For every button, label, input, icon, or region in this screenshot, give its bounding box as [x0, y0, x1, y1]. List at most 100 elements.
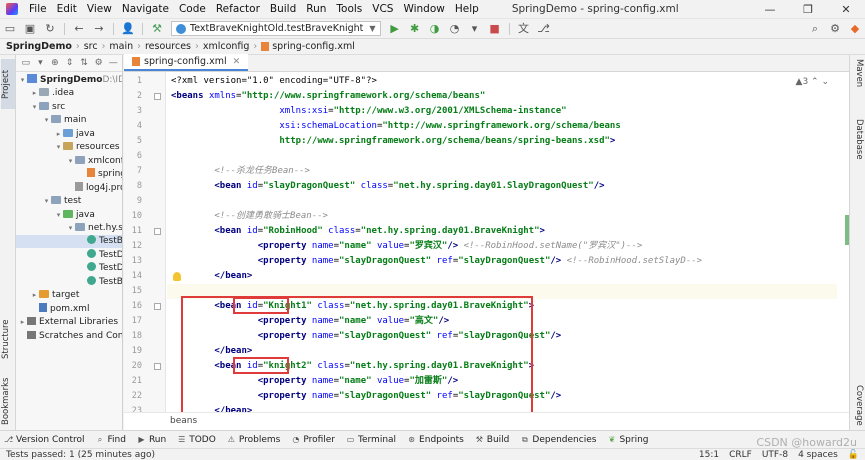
tool-build[interactable]: ⚒ Build	[475, 435, 510, 445]
breadcrumb-xmlconfig[interactable]: xmlconfig	[203, 41, 250, 52]
stop-icon[interactable]: ■	[488, 22, 502, 36]
save-all-icon[interactable]: ▣	[23, 22, 37, 36]
chevron-down-icon[interactable]: ▾	[54, 141, 63, 154]
file-encoding[interactable]: UTF-8	[762, 450, 788, 460]
tree-item[interactable]: ▸ target	[16, 289, 79, 302]
open-folder-icon[interactable]: ▭	[3, 22, 17, 36]
chevron-down-icon[interactable]: ▾	[30, 101, 39, 114]
menu-window[interactable]: Window	[398, 3, 449, 15]
settings-icon[interactable]: ⚙	[828, 22, 842, 36]
menu-vcs[interactable]: VCS	[367, 3, 398, 15]
tree-item[interactable]: TestBrav	[16, 275, 122, 289]
tree-item[interactable]: ▾ src	[16, 101, 65, 114]
gear-icon[interactable]: ⚙	[93, 58, 105, 68]
bookmarks-tool-tab[interactable]: Bookmarks	[1, 373, 15, 429]
tool-spring[interactable]: ❦ Spring	[607, 435, 649, 445]
translate-icon[interactable]: 文	[517, 22, 531, 36]
tree-item[interactable]: ▾ test	[16, 195, 81, 208]
chevron-down-icon[interactable]: ▾	[66, 155, 75, 168]
debug-icon[interactable]: ✱	[408, 22, 422, 36]
hide-icon[interactable]: —	[107, 58, 119, 68]
tool-terminal[interactable]: ▭ Terminal	[346, 435, 396, 445]
menu-refactor[interactable]: Refactor	[211, 3, 265, 15]
build-hammer-icon[interactable]: ⚒	[150, 22, 164, 36]
breadcrumb-file[interactable]: spring-config.xml	[272, 41, 355, 52]
tree-item[interactable]: ▾ main	[16, 114, 87, 127]
run-icon[interactable]: ▶	[388, 22, 402, 36]
structure-tool-tab[interactable]: Structure	[1, 313, 15, 365]
locate-icon[interactable]: ⊕	[49, 58, 61, 68]
tree-item[interactable]: log4j.prope	[16, 181, 122, 195]
menu-navigate[interactable]: Navigate	[117, 3, 174, 15]
fold-marker-icon[interactable]	[154, 93, 161, 100]
fold-marker-icon[interactable]	[154, 228, 161, 235]
menu-build[interactable]: Build	[265, 3, 301, 15]
expand-all-icon[interactable]: ⇅	[78, 58, 90, 68]
tree-item[interactable]: spring-c	[16, 168, 122, 181]
tree-item[interactable]: Scratches and Consoles	[16, 330, 122, 343]
sync-icon[interactable]: ↻	[43, 22, 57, 36]
tool-version-control[interactable]: ⎇ Version Control	[4, 435, 85, 445]
tree-item[interactable]: ▾ resources	[16, 141, 120, 154]
more-run-icon[interactable]: ▾	[468, 22, 482, 36]
chevron-right-icon[interactable]: ▸	[18, 316, 27, 329]
collapse-all-icon[interactable]: ⇕	[64, 58, 76, 68]
fold-marker-icon[interactable]	[154, 363, 161, 370]
tool-endpoints[interactable]: ⊛ Endpoints	[407, 435, 464, 445]
tree-item[interactable]: pom.xml	[16, 302, 89, 316]
chevron-down-icon[interactable]: ▾	[54, 209, 63, 222]
chevron-right-icon[interactable]: ▸	[30, 87, 39, 100]
chevron-right-icon[interactable]: ▸	[54, 128, 63, 141]
caret-position[interactable]: 15:1	[699, 450, 719, 460]
menu-file[interactable]: File	[24, 3, 52, 15]
search-everywhere-icon[interactable]: ⌕	[808, 22, 822, 36]
coverage-tool-tab[interactable]: Coverage	[852, 385, 864, 426]
tree-item[interactable]: ▸ .idea	[16, 87, 74, 100]
breadcrumb-main[interactable]: main	[109, 41, 133, 52]
chevron-right-icon[interactable]: ▸	[30, 289, 39, 302]
close-tab-icon[interactable]: ✕	[233, 57, 241, 67]
back-arrow-icon[interactable]: ←	[72, 22, 86, 36]
tool-problems[interactable]: ⚠ Problems	[227, 435, 281, 445]
menu-help[interactable]: Help	[450, 3, 484, 15]
forward-arrow-icon[interactable]: →	[92, 22, 106, 36]
project-view-icon[interactable]: ▭	[20, 58, 32, 68]
menu-code[interactable]: Code	[174, 3, 211, 15]
code-area[interactable]: <?xml version="1.0" encoding="UTF-8"?> <b…	[167, 72, 837, 412]
vcs-icon[interactable]: ⎇	[537, 22, 551, 36]
editor-tab-spring-config[interactable]: spring-config.xml ✕	[124, 54, 249, 71]
intention-bulb-icon[interactable]	[173, 272, 181, 281]
indent-setting[interactable]: 4 spaces	[798, 450, 838, 460]
tree-item[interactable]: ▾ xmlconfig	[16, 155, 122, 168]
status-message[interactable]: Tests passed: 1 (25 minutes ago)	[6, 450, 155, 460]
tool-run[interactable]: ▶ Run	[137, 435, 166, 445]
inspection-widget[interactable]: ▲3 ⌃ ⌄	[796, 77, 829, 87]
tree-item[interactable]: ▾ SpringDemoD:\IDEDV\S	[16, 74, 122, 87]
tree-item[interactable]: ▸ External Libraries	[16, 316, 118, 329]
project-tool-tab[interactable]: Project	[1, 59, 15, 109]
tree-item[interactable]: TestDam	[16, 248, 122, 262]
breadcrumb-resources[interactable]: resources	[145, 41, 191, 52]
tree-item[interactable]: ▾ net.hy.sprin	[16, 222, 122, 235]
chevron-down-icon[interactable]: ▾	[66, 222, 75, 235]
chevron-down-icon[interactable]: ▾	[18, 74, 27, 87]
coverage-icon[interactable]: ◑	[428, 22, 442, 36]
maven-tool-tab[interactable]: Maven	[852, 59, 864, 87]
fold-marker-icon[interactable]	[154, 303, 161, 310]
line-separator[interactable]: CRLF	[729, 450, 752, 460]
breadcrumb-project[interactable]: SpringDemo	[6, 41, 72, 52]
minimize-button[interactable]: —	[751, 0, 789, 19]
menu-view[interactable]: View	[82, 3, 117, 15]
chevron-down-icon[interactable]: ▾	[42, 114, 51, 127]
menu-run[interactable]: Run	[301, 3, 331, 15]
tool-profiler[interactable]: ◔ Profiler	[291, 435, 335, 445]
close-window-button[interactable]: ✕	[827, 0, 865, 19]
profile-icon[interactable]: ◔	[448, 22, 462, 36]
tree-item[interactable]: ▸ java	[16, 128, 95, 141]
chevron-down-icon[interactable]: ▾	[35, 58, 47, 68]
user-icon[interactable]: 👤	[121, 22, 135, 36]
breadcrumb-src[interactable]: src	[84, 41, 98, 52]
jetbrains-logo-icon[interactable]: ◆	[848, 22, 862, 36]
run-configuration-selector[interactable]: TextBraveKnightOld.testBraveKnight ▼	[171, 21, 381, 36]
menu-edit[interactable]: Edit	[52, 3, 82, 15]
